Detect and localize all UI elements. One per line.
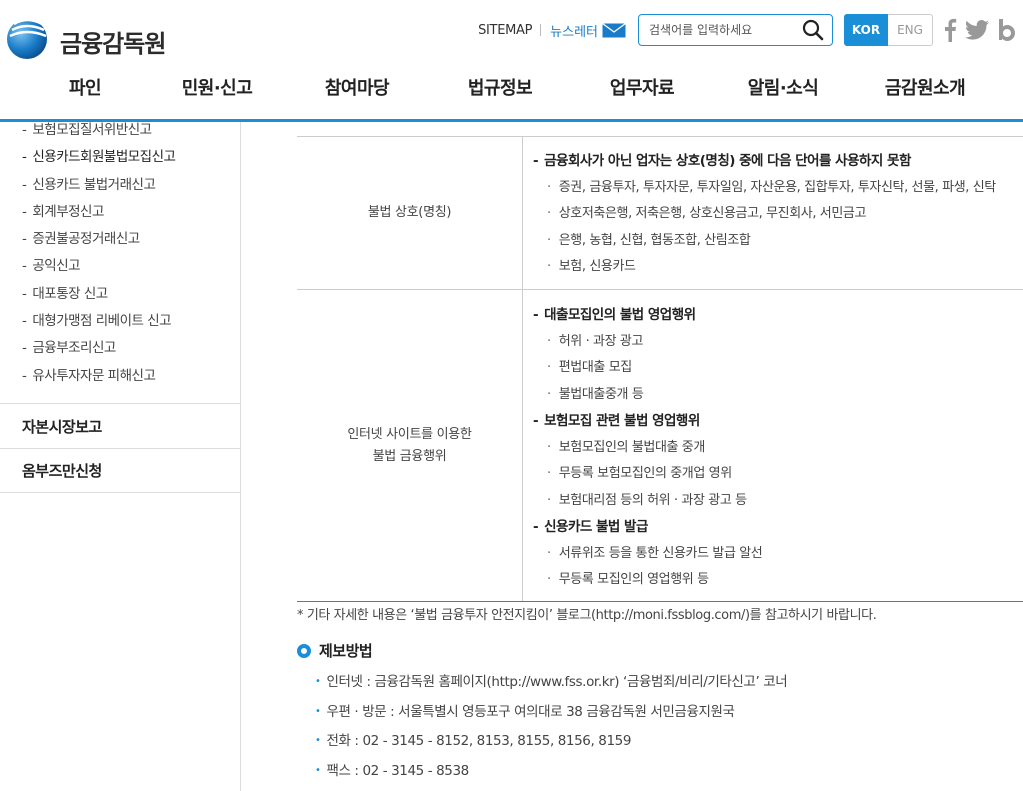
group-item: · 보험, 신용카드 — [547, 259, 636, 274]
row-label: 인터넷 사이트를 이용한 불법 금융행위 — [297, 290, 523, 601]
language-switch: KOR ENG — [844, 14, 933, 46]
row-content: - 대출모집인의 불법 영업행위 · 허위 · 과장 광고 · 편법대출 모집 · 불법… — [523, 290, 1023, 601]
group-item: · 불법대출중개 등 — [547, 386, 644, 402]
twitter-icon[interactable] — [965, 20, 989, 40]
list-item: • 우편 · 방문 : 서울특별시 영등포구 여의대로 38 금융감독원 서민금융… — [315, 703, 735, 720]
group-item: · 보험모집인의 불법대출 중개 — [547, 439, 705, 455]
list-item: • 인터넷 : 금융감독원 홈페이지(http://www.fss.or.kr) … — [315, 674, 788, 690]
row-label-line: 불법 금융행위 — [372, 448, 447, 464]
row-label-line: 인터넷 사이트를 이용한 — [347, 426, 472, 442]
group-head: - 대출모집인의 불법 영업행위 — [533, 307, 696, 323]
left-sidebar: - 보험모집질서위반신고 - 신용카드회원불법모집신고 - 신용카드 불법거래신고 -… — [0, 122, 241, 791]
sidebar-item[interactable]: - 신용카드회원불법모집신고 — [22, 147, 240, 174]
gnb-item-regulation[interactable]: 법규정보 — [468, 74, 533, 100]
gnb-item-work-data[interactable]: 업무자료 — [610, 74, 675, 100]
circle-bullet-icon — [297, 643, 311, 658]
search-icon — [802, 19, 824, 41]
group-item: · 무등록 보험모집인의 중개업 영위 — [547, 466, 732, 481]
global-nav: 파인 민원·신고 참여마당 법규정보 업무자료 알림·소식 금감원소개 — [0, 74, 1023, 106]
gnb-item-complaint[interactable]: 민원·신고 — [182, 74, 253, 100]
blog-note: * 기타 자세한 내용은 ‘불법 금융투자 안전지킴이’ 블로그(http://… — [297, 608, 877, 623]
sitemap-link[interactable]: SITEMAP — [478, 23, 532, 38]
sns-links — [943, 18, 1023, 42]
illegal-activity-table: 불법 상호(명칭) - 금융회사가 아닌 업자는 상호(명칭) 중에 다음 단어를… — [297, 136, 1023, 602]
facebook-icon[interactable] — [943, 18, 957, 42]
sidebar-item[interactable]: - 공익신고 — [22, 256, 240, 283]
table-row: 인터넷 사이트를 이용한 불법 금융행위 - 대출모집인의 불법 영업행위 · 허위… — [297, 290, 1023, 602]
search-box — [638, 14, 833, 46]
gnb-item-news[interactable]: 알림·소식 — [748, 74, 819, 100]
row-content: - 금융회사가 아닌 업자는 상호(명칭) 중에 다음 단어를 사용하지 못함 ·… — [523, 137, 1023, 289]
lang-kor-button[interactable]: KOR — [844, 14, 888, 46]
row-label: 불법 상호(명칭) — [297, 137, 523, 289]
site-header: 금융감독원 SITEMAP 뉴스레터 KOR ENG — [0, 0, 1023, 122]
sidebar-item[interactable]: - 신용카드 불법거래신고 — [22, 175, 240, 202]
group-head: - 신용카드 불법 발급 — [533, 519, 648, 535]
gnb-item-fine[interactable]: 파인 — [69, 74, 102, 100]
site-logo[interactable]: 금융감독원 — [4, 14, 166, 60]
blog-icon[interactable] — [997, 19, 1015, 41]
sidebar-item[interactable]: - 회계부정신고 — [22, 202, 240, 229]
sidebar-item[interactable]: - 금융부조리신고 — [22, 338, 240, 365]
mail-icon — [602, 22, 626, 37]
fss-logo-icon — [7, 18, 47, 59]
group-item: · 증권, 금융투자, 투자자문, 투자일임, 자산운용, 집합투자, 투자신탁,… — [547, 179, 996, 195]
report-method-title: 제보방법 — [297, 640, 373, 661]
sidebar-item[interactable]: - 증권불공정거래신고 — [22, 229, 240, 256]
group-item: · 편법대출 모집 — [547, 360, 632, 375]
group-item: · 서류위조 등을 통한 신용카드 발급 알선 — [547, 545, 763, 561]
group-head: - 금융회사가 아닌 업자는 상호(명칭) 중에 다음 단어를 사용하지 못함 — [533, 153, 911, 169]
list-item: • 전화 : 02 - 3145 - 8152, 8153, 8155, 8156… — [315, 733, 632, 749]
group-item: · 허위 · 과장 광고 — [547, 333, 644, 349]
sidebar-item[interactable]: - 유사투자자문 피해신고 — [22, 366, 240, 393]
newsletter-label: 뉴스레터 — [550, 24, 598, 40]
sidebar-menu-capital-market[interactable]: 자본시장보고 — [0, 403, 240, 448]
group-head: - 보험모집 관련 불법 영업행위 — [533, 413, 700, 429]
sidebar-item[interactable]: - 대포통장 신고 — [22, 284, 240, 311]
table-row: 불법 상호(명칭) - 금융회사가 아닌 업자는 상호(명칭) 중에 다음 단어를… — [297, 137, 1023, 290]
group-item: · 무등록 모집인의 영업행위 등 — [547, 572, 709, 587]
utility-bar: SITEMAP 뉴스레터 KOR ENG — [478, 14, 1023, 46]
list-item: • 팩스 : 02 - 3145 - 8538 — [315, 762, 469, 779]
report-method-list: • 인터넷 : 금융감독원 홈페이지(http://www.fss.or.kr) … — [315, 668, 788, 786]
search-input[interactable] — [649, 23, 794, 37]
sidebar-item[interactable]: - 대형가맹점 리베이트 신고 — [22, 311, 240, 338]
divider — [540, 24, 542, 36]
group-item: · 상호저축은행, 저축은행, 상호신용금고, 무진회사, 서민금고 — [547, 206, 867, 221]
sidebar-menu-ombudsman[interactable]: 옴부즈만신청 — [0, 448, 240, 493]
gnb-item-about[interactable]: 금감원소개 — [885, 74, 966, 100]
group-item: · 은행, 농협, 신협, 협동조합, 산림조합 — [547, 232, 751, 248]
search-button[interactable] — [800, 17, 826, 43]
lang-eng-button[interactable]: ENG — [888, 14, 933, 46]
gnb-item-participation[interactable]: 참여마당 — [325, 74, 390, 100]
sidebar-sub-list: - 보험모집질서위반신고 - 신용카드회원불법모집신고 - 신용카드 불법거래신고 -… — [0, 120, 240, 393]
logo-text: 금융감독원 — [60, 29, 166, 58]
group-item: · 보험대리점 등의 허위 · 과장 광고 등 — [547, 492, 747, 508]
report-title-text: 제보방법 — [319, 642, 373, 660]
sidebar-item[interactable]: - 보험모집질서위반신고 — [22, 120, 240, 147]
newsletter-link[interactable]: 뉴스레터 — [550, 21, 626, 40]
